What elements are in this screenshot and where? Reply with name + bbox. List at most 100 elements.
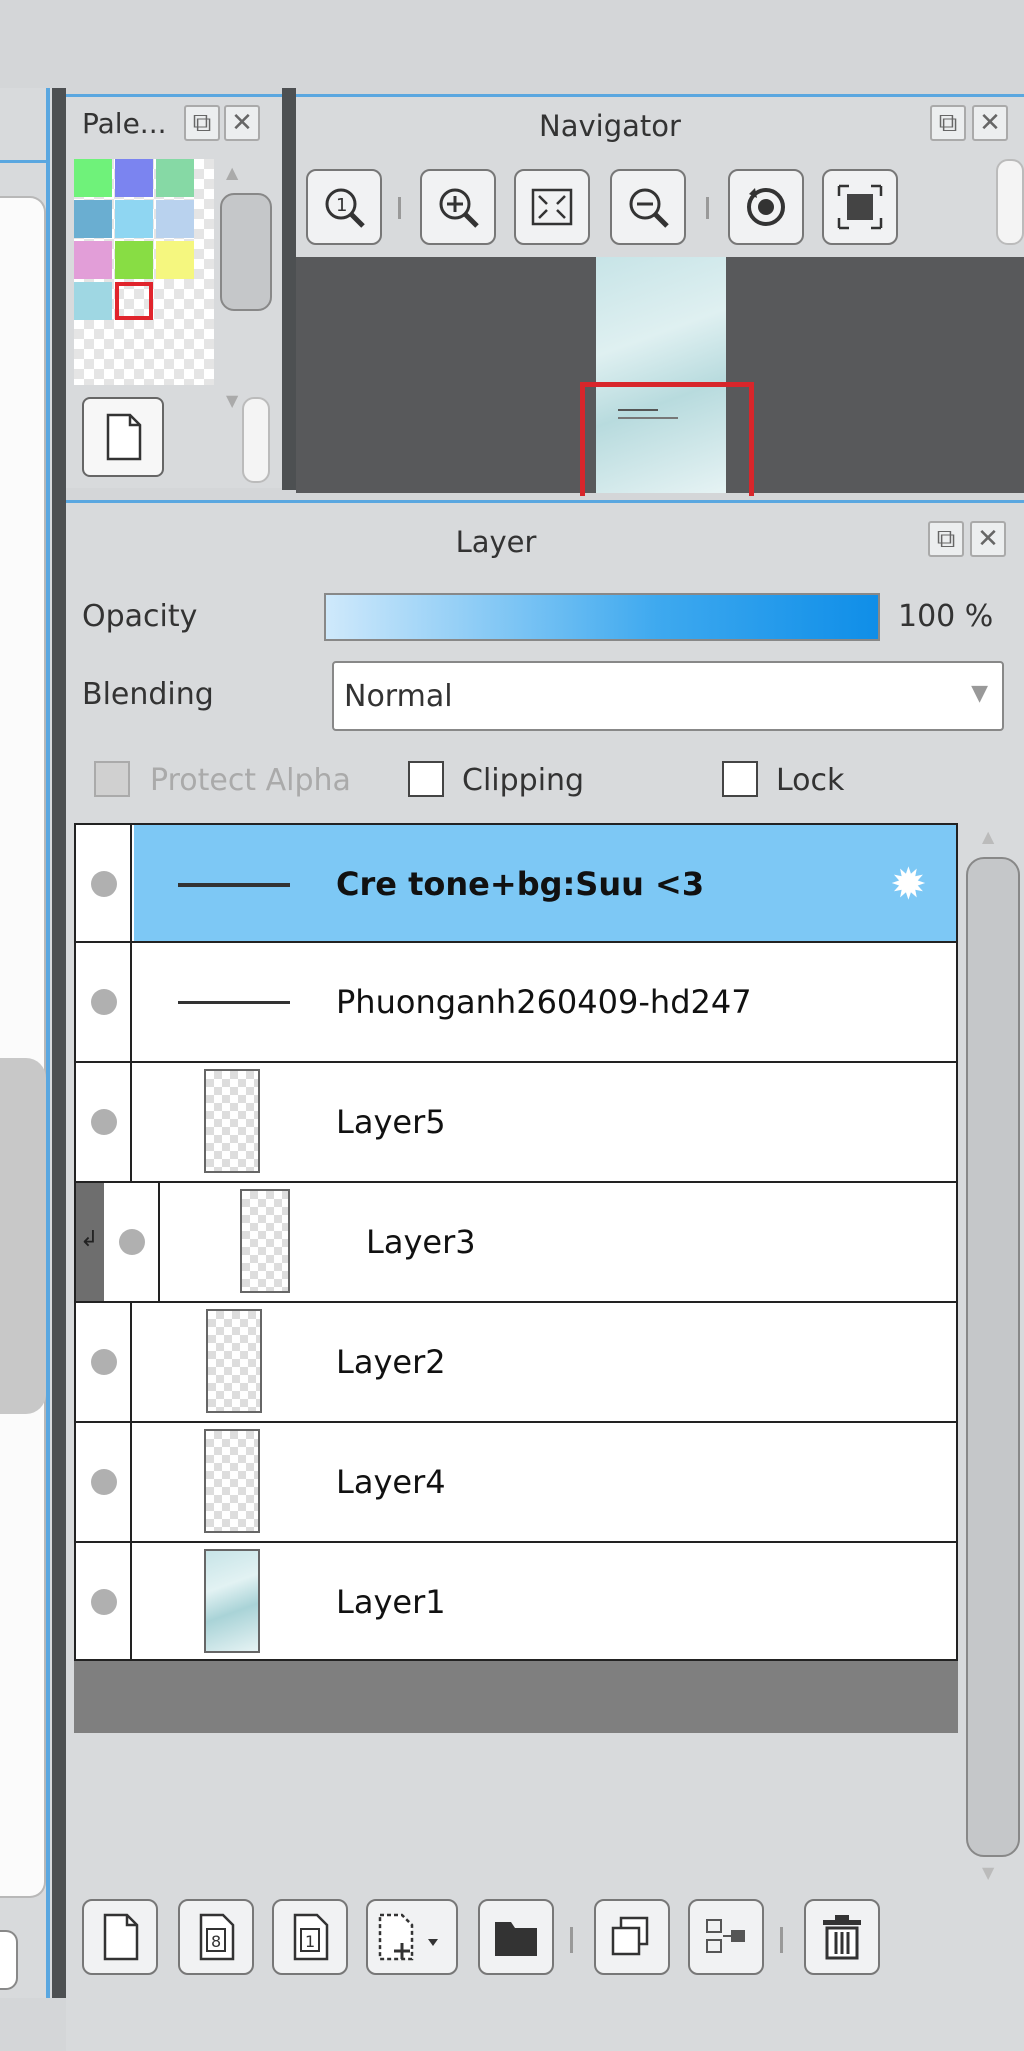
merge-icon xyxy=(706,1919,745,1953)
layer-row[interactable]: Layer1 xyxy=(74,1543,958,1661)
palette-swatch[interactable] xyxy=(115,159,153,197)
merge-layer-button[interactable] xyxy=(688,1899,764,1975)
palette-undock-icon[interactable]: ⧉ xyxy=(184,105,220,141)
navigator-close-icon[interactable]: ✕ xyxy=(972,105,1008,141)
layer-row[interactable]: Layer5 xyxy=(74,1063,958,1183)
zoom-actual-icon: 1 xyxy=(325,188,365,228)
add-layer-icon xyxy=(378,1913,438,1961)
layer-scroll-up-icon[interactable]: ▲ xyxy=(982,827,994,846)
fullscreen-button[interactable] xyxy=(822,169,898,245)
left-panel-content xyxy=(0,196,46,1898)
blending-select[interactable]: Normal ▼ xyxy=(332,661,1004,731)
layer-list-scrollbar[interactable]: ▲ ▼ xyxy=(962,823,1020,1883)
layer-name: Layer4 xyxy=(336,1463,446,1501)
layer-visibility-cell[interactable] xyxy=(104,1183,160,1301)
duplicate-layer-button[interactable] xyxy=(594,1899,670,1975)
layer-visibility-cell[interactable] xyxy=(76,1063,132,1181)
1bit-layer-icon: 1 xyxy=(293,1913,329,1961)
layer-visibility-cell[interactable] xyxy=(76,825,132,941)
new-folder-button[interactable] xyxy=(478,1899,554,1975)
palette-scrollbar[interactable]: ▲ ▼ xyxy=(216,159,272,410)
palette-title: Pale... xyxy=(82,107,167,140)
layer-row[interactable]: Cre tone+bg:Suu <3 ✹ xyxy=(74,823,958,943)
palette-swatch[interactable] xyxy=(115,241,153,279)
visibility-dot-icon[interactable] xyxy=(91,1109,117,1135)
palette-scroll-down-icon[interactable]: ▼ xyxy=(226,391,238,410)
palette-secondary-scrollbar[interactable] xyxy=(242,397,270,483)
new-8bit-layer-button[interactable]: 8 xyxy=(178,1899,254,1975)
layer-panel-title: Layer xyxy=(455,525,537,559)
opacity-slider[interactable] xyxy=(324,593,880,641)
palette-swatch[interactable] xyxy=(74,159,112,197)
palette-scroll-up-icon[interactable]: ▲ xyxy=(226,163,238,182)
lock-label: Lock xyxy=(776,763,845,798)
palette-close-icon[interactable]: ✕ xyxy=(224,105,260,141)
layer-row[interactable]: Layer2 xyxy=(74,1303,958,1423)
left-panel-bottom-button[interactable] xyxy=(0,1930,18,1990)
layer-name: Layer1 xyxy=(336,1583,446,1621)
palette-panel: Pale... ⧉ ✕ ▲ ▼ xyxy=(66,94,282,488)
layer-scroll-thumb[interactable] xyxy=(966,857,1020,1857)
zoom-actual-button[interactable]: 1 xyxy=(306,169,382,245)
palette-swatch[interactable] xyxy=(156,241,194,279)
visibility-dot-icon[interactable] xyxy=(91,989,117,1015)
layer-thumbnail xyxy=(178,883,290,887)
navigator-viewport-frame[interactable] xyxy=(580,382,754,496)
navigator-undock-icon[interactable]: ⧉ xyxy=(930,105,966,141)
layer-visibility-cell[interactable] xyxy=(76,1543,132,1659)
fit-view-icon xyxy=(531,188,573,226)
layer-undock-icon[interactable]: ⧉ xyxy=(928,521,964,557)
palette-swatch[interactable] xyxy=(115,282,153,320)
protect-alpha-checkbox[interactable] xyxy=(94,761,130,797)
zoom-in-button[interactable] xyxy=(420,169,496,245)
left-panel-header xyxy=(0,160,50,196)
layer-visibility-cell[interactable] xyxy=(76,1423,132,1541)
layer-name: Cre tone+bg:Suu <3 xyxy=(336,865,705,903)
layer-visibility-cell[interactable] xyxy=(76,1303,132,1421)
visibility-dot-icon[interactable] xyxy=(119,1229,145,1255)
rotate-reset-button[interactable] xyxy=(728,169,804,245)
svg-text:1: 1 xyxy=(305,1932,315,1951)
clipping-indicator: ↲ xyxy=(76,1183,104,1301)
layer-visibility-cell[interactable] xyxy=(76,943,132,1061)
panel-divider-2[interactable] xyxy=(282,88,296,490)
new-1bit-layer-button[interactable]: 1 xyxy=(272,1899,348,1975)
layer-row[interactable]: ↲ Layer3 xyxy=(74,1183,958,1303)
layer-close-icon[interactable]: ✕ xyxy=(970,521,1006,557)
palette-swatch[interactable] xyxy=(156,200,194,238)
gear-icon[interactable]: ✹ xyxy=(890,859,927,910)
add-layer-dropdown-button[interactable] xyxy=(366,1899,458,1975)
layer-row[interactable]: Layer4 xyxy=(74,1423,958,1543)
lock-checkbox[interactable] xyxy=(722,761,758,797)
navigator-scrollbar[interactable] xyxy=(996,159,1024,245)
fullscreen-icon xyxy=(837,184,883,230)
layer-thumbnail xyxy=(204,1069,260,1173)
layer-thumbnail xyxy=(178,1001,290,1004)
clipping-label: Clipping xyxy=(462,763,585,798)
panel-divider[interactable] xyxy=(52,88,66,1998)
clipping-checkbox[interactable] xyxy=(408,761,444,797)
visibility-dot-icon[interactable] xyxy=(91,1589,117,1615)
palette-scroll-thumb[interactable] xyxy=(220,193,272,311)
delete-layer-button[interactable] xyxy=(804,1899,880,1975)
new-layer-button[interactable] xyxy=(82,1899,158,1975)
new-page-icon xyxy=(103,1913,139,1961)
layer-scroll-down-icon[interactable]: ▼ xyxy=(982,1863,994,1882)
fit-view-button[interactable] xyxy=(514,169,590,245)
visibility-dot-icon[interactable] xyxy=(91,1469,117,1495)
palette-swatch[interactable] xyxy=(74,241,112,279)
layer-row[interactable]: Phuonganh260409-hd247 xyxy=(74,943,958,1063)
visibility-dot-icon[interactable] xyxy=(91,871,117,897)
new-palette-button[interactable] xyxy=(82,397,164,477)
zoom-out-button[interactable] xyxy=(610,169,686,245)
layer-name: Layer5 xyxy=(336,1103,446,1141)
layer-panel: Layer ⧉ ✕ Opacity 100 % Blending Normal … xyxy=(66,500,1024,2051)
palette-swatch[interactable] xyxy=(74,282,112,320)
palette-swatch[interactable] xyxy=(74,200,112,238)
toolbar-separator xyxy=(570,1927,573,1953)
palette-swatch[interactable] xyxy=(156,159,194,197)
left-panel-scrollbar[interactable] xyxy=(0,1058,46,1414)
visibility-dot-icon[interactable] xyxy=(91,1349,117,1375)
palette-swatch[interactable] xyxy=(115,200,153,238)
zoom-out-icon xyxy=(629,188,669,228)
